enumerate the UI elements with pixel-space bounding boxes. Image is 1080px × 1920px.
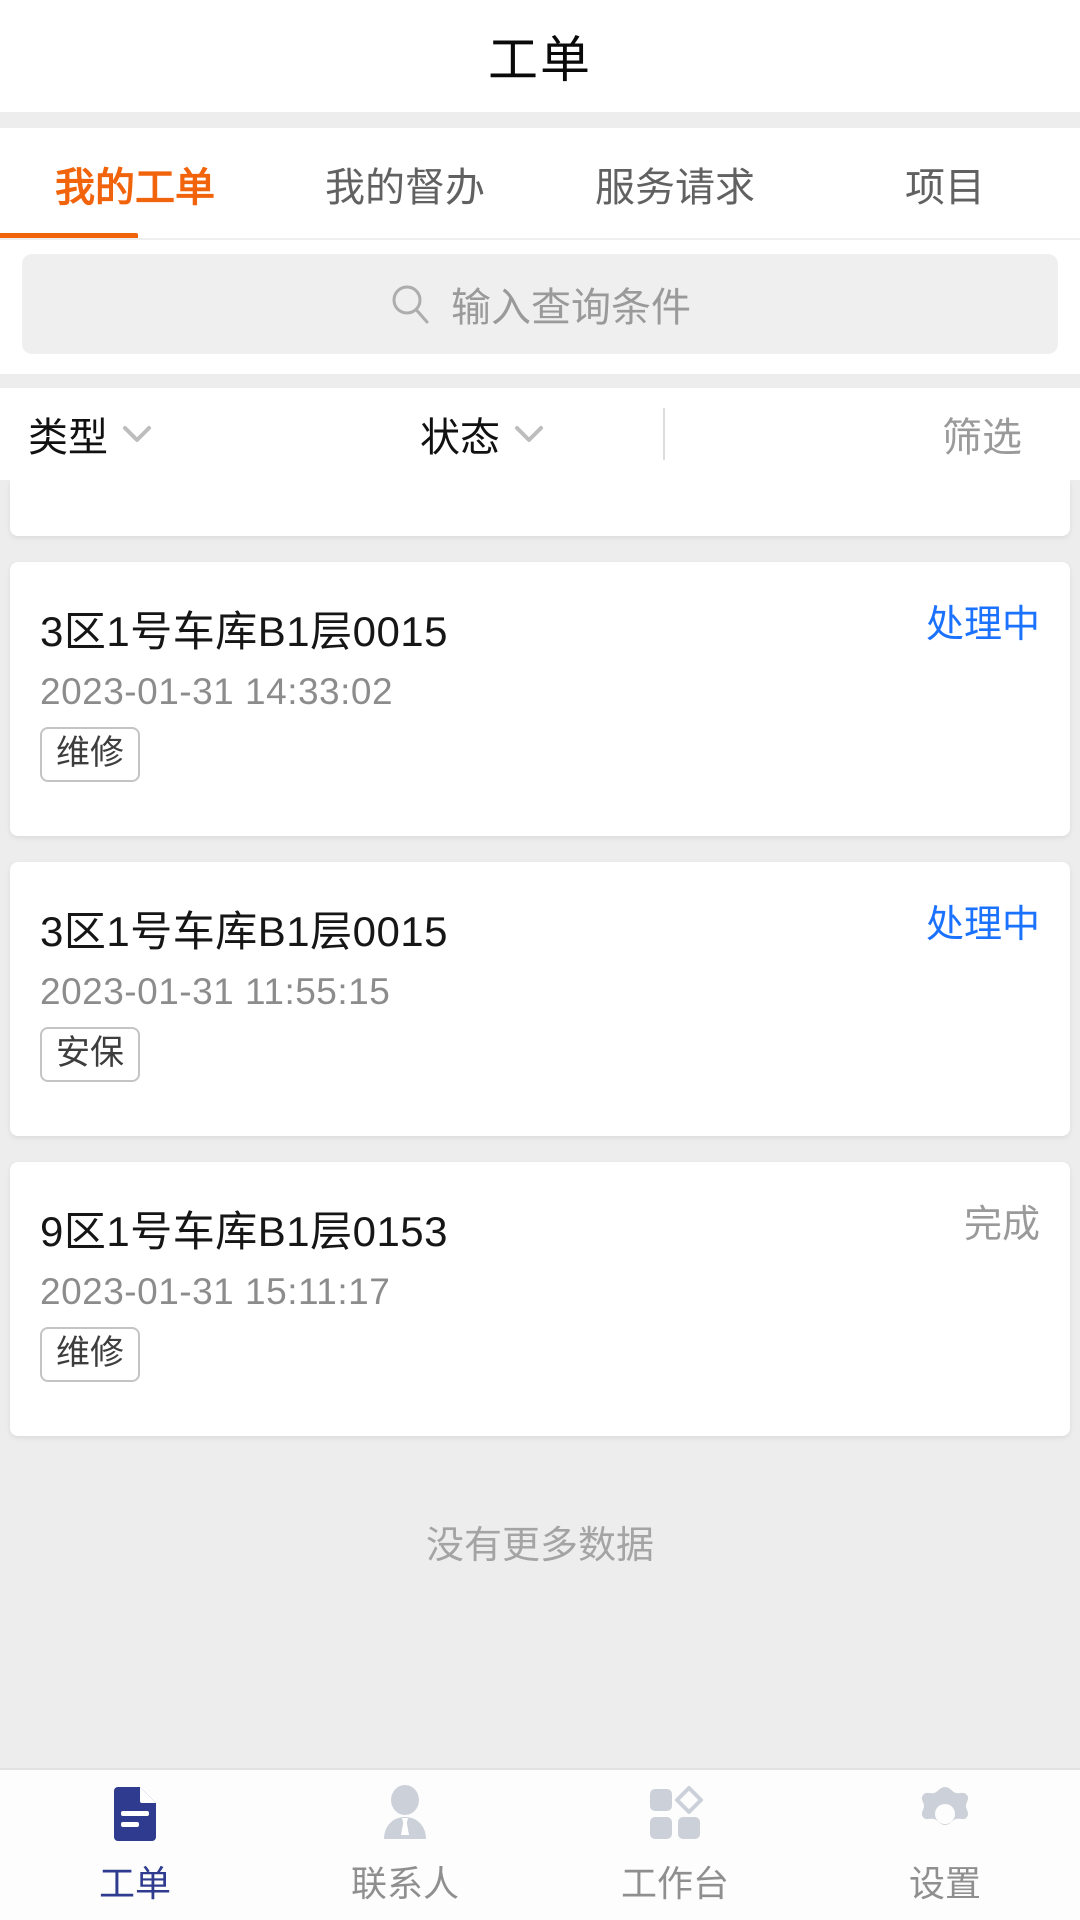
card-category-tag: 维修	[40, 727, 140, 783]
app-screen: 工单 我的工单 我的督办 服务请求 项目 输入查询条件 类型 状态 筛选 3区1…	[0, 0, 1080, 1920]
person-icon	[384, 1785, 426, 1839]
page-header: 工单	[0, 0, 1080, 112]
nav-item-workbench[interactable]: 工作台	[540, 1770, 810, 1920]
filter-type-dropdown[interactable]: 类型	[28, 405, 152, 463]
gear-icon	[921, 1787, 969, 1825]
filter-status-dropdown[interactable]: 状态	[420, 405, 544, 463]
search-icon	[392, 285, 429, 324]
nav-item-workorder[interactable]: 工单	[0, 1770, 270, 1920]
card-timestamp: 2023-01-31 11:55:15	[40, 971, 391, 1012]
card-title: 3区1号车库B1层0015	[40, 908, 449, 955]
nav-label-workorder: 工单	[98, 1863, 171, 1904]
tab-my-workorders[interactable]: 我的工单	[0, 128, 270, 240]
document-icon	[114, 1787, 156, 1841]
card-timestamp: 2023-01-31 15:11:17	[40, 1271, 391, 1312]
search-filter-divider	[0, 374, 1080, 388]
tab-project[interactable]: 项目	[810, 128, 1080, 240]
list-item-partial[interactable]	[10, 480, 1070, 536]
nav-item-settings[interactable]: 设置	[810, 1770, 1080, 1920]
card-title: 9区1号车库B1层0153	[40, 1208, 449, 1255]
card-category-tag: 安保	[40, 1027, 140, 1083]
filter-type-label: 类型	[28, 416, 108, 460]
tab-service-request[interactable]: 服务请求	[540, 128, 810, 240]
list-item[interactable]: 9区1号车库B1层0153 完成 2023-01-31 15:11:17 维修	[10, 1162, 1070, 1436]
filter-vertical-divider	[663, 408, 665, 460]
search-placeholder-text: 输入查询条件	[451, 286, 691, 330]
chevron-down-icon	[515, 425, 543, 442]
filter-status-label: 状态	[420, 416, 500, 460]
status-badge: 完成	[963, 1204, 1040, 1246]
nav-item-contacts[interactable]: 联系人	[270, 1770, 540, 1920]
filter-bar: 类型 状态 筛选	[0, 388, 1080, 480]
card-header-row: 3区1号车库B1层0015 处理中	[40, 898, 1040, 959]
card-category-tag: 维修	[40, 1327, 140, 1383]
tab-bar: 我的工单 我的督办 服务请求 项目	[0, 128, 1080, 240]
nav-label-workbench: 工作台	[620, 1863, 729, 1904]
no-more-data-text: 没有更多数据	[425, 1525, 654, 1567]
status-badge: 处理中	[925, 604, 1040, 646]
search-input[interactable]: 输入查询条件	[22, 254, 1058, 354]
status-badge: 处理中	[925, 904, 1040, 946]
card-timestamp: 2023-01-31 14:33:02	[40, 671, 394, 712]
header-divider	[0, 112, 1080, 128]
bottom-navigation: 工单 联系人 工作台 设置	[0, 1768, 1080, 1920]
workbench-grid-icon	[650, 1786, 703, 1839]
nav-label-settings: 设置	[908, 1863, 981, 1904]
card-header-row: 3区1号车库B1层0015 处理中	[40, 598, 1040, 659]
list-item[interactable]: 3区1号车库B1层0015 处理中 2023-01-31 14:33:02 维修	[10, 562, 1070, 836]
filter-screen-button[interactable]: 筛选	[942, 405, 1022, 463]
chevron-down-icon	[123, 425, 151, 442]
list-item[interactable]: 3区1号车库B1层0015 处理中 2023-01-31 11:55:15 安保	[10, 862, 1070, 1136]
page-title: 工单	[488, 32, 592, 88]
card-header-row: 9区1号车库B1层0153 完成	[40, 1198, 1040, 1259]
tab-my-supervision[interactable]: 我的督办	[270, 128, 540, 240]
card-title: 3区1号车库B1层0015	[40, 608, 449, 655]
workorder-list[interactable]: 3区1号车库B1层0015 处理中 2023-01-31 14:33:02 维修…	[0, 480, 1080, 1768]
nav-label-contacts: 联系人	[350, 1863, 459, 1904]
search-section: 输入查询条件	[0, 240, 1080, 374]
